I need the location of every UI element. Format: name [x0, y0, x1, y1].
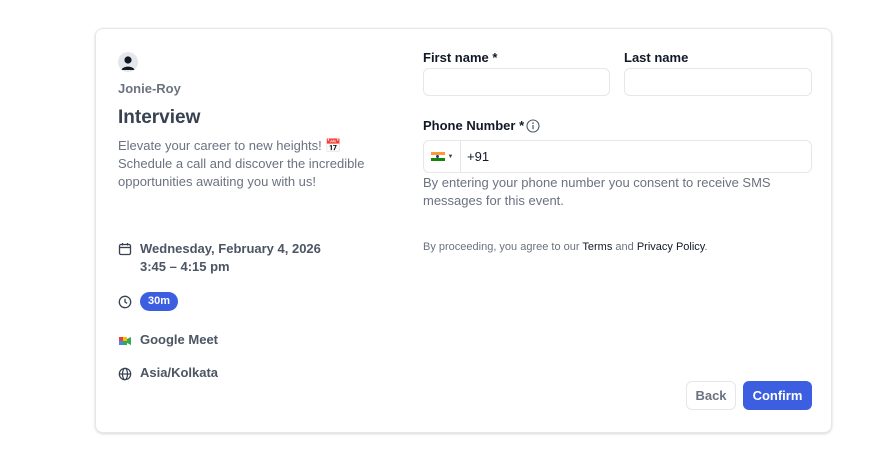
- back-button[interactable]: Back: [686, 381, 736, 410]
- country-code-select[interactable]: ▼: [424, 141, 461, 172]
- event-description: Elevate your career to new heights! 📅 Sc…: [118, 138, 365, 189]
- event-title: Interview: [118, 107, 201, 128]
- sms-consent-text: By entering your phone number you consen…: [423, 175, 771, 208]
- privacy-policy-link[interactable]: Privacy Policy: [637, 241, 705, 253]
- event-time-range: 3:45 – 4:15 pm: [140, 259, 230, 274]
- info-icon[interactable]: [526, 119, 540, 133]
- phone-label: Phone Number *: [423, 118, 525, 133]
- terms-link[interactable]: Terms: [582, 241, 612, 253]
- last-name-input[interactable]: [624, 68, 812, 96]
- event-date-row: Wednesday, February 4, 2026 3:45 – 4:15 …: [118, 240, 321, 276]
- event-location-row: Google Meet: [118, 332, 218, 348]
- terms-and: and: [612, 241, 637, 253]
- globe-icon: [118, 367, 132, 381]
- calendar-icon: [118, 243, 132, 256]
- terms-notice: By proceeding, you agree to our Terms an…: [423, 241, 708, 253]
- terms-suffix: .: [704, 241, 708, 253]
- event-duration-row: 30m: [118, 292, 179, 311]
- india-flag-icon: [430, 151, 445, 162]
- user-avatar-icon: [121, 56, 135, 70]
- clock-icon: [118, 295, 132, 308]
- google-meet-icon: [119, 337, 131, 345]
- duration-badge: 30m: [140, 292, 179, 311]
- event-date: Wednesday, February 4, 2026: [140, 241, 321, 256]
- last-name-label: Last name: [624, 50, 689, 65]
- organizer-avatar: [118, 52, 138, 72]
- confirm-button[interactable]: Confirm: [743, 381, 812, 410]
- event-timezone[interactable]: Asia/Kolkata: [140, 365, 218, 380]
- booking-card: Jonie-Roy Interview Elevate your career …: [95, 28, 832, 433]
- phone-number-input[interactable]: +91: [461, 149, 489, 164]
- organizer-name: Jonie-Roy: [118, 81, 181, 96]
- terms-prefix: By proceeding, you agree to our: [423, 241, 583, 253]
- phone-input-group: ▼ +91: [423, 140, 812, 173]
- event-timezone-row[interactable]: Asia/Kolkata: [118, 365, 218, 381]
- event-location: Google Meet: [140, 332, 219, 347]
- first-name-label: First name *: [423, 50, 498, 65]
- chevron-down-icon: ▼: [447, 153, 454, 160]
- first-name-input[interactable]: [423, 68, 610, 96]
